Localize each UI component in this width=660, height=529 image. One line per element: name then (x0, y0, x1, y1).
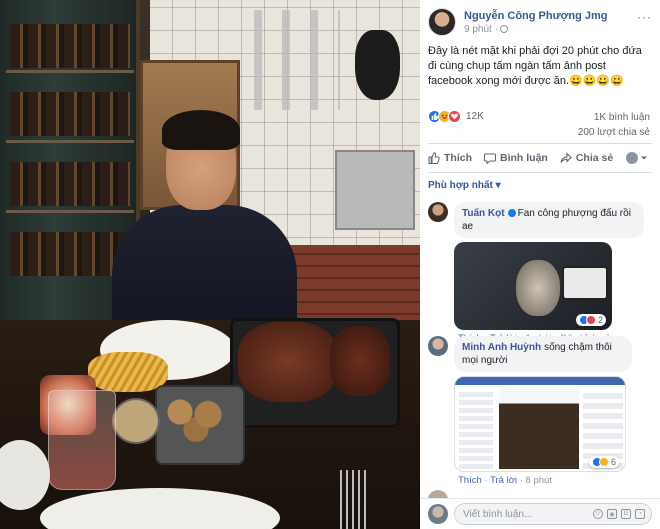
commenter-avatar[interactable] (428, 336, 448, 356)
profile-avatar (626, 152, 638, 164)
more-options-icon[interactable]: ··· (637, 10, 652, 24)
share-as-selector[interactable] (626, 152, 652, 164)
post-panel: Nguyễn Công Phượng Jmg 9 phút · ··· Đây … (420, 0, 660, 529)
image-head (516, 260, 560, 316)
person-body (112, 205, 297, 335)
author-info: Nguyễn Công Phượng Jmg 9 phút · (464, 8, 608, 36)
post-actions: Thích Bình luận Chia sẻ (428, 143, 652, 173)
comment-reaction-count: 2 (597, 315, 603, 325)
like-button[interactable]: Thích (428, 152, 472, 164)
share-icon (560, 152, 572, 163)
comment-input-placeholder: Viết bình luận... (463, 508, 533, 520)
post-stats: 1K bình luận 200 lượt chia sẻ (578, 110, 650, 140)
post-header: Nguyễn Công Phượng Jmg 9 phút · (428, 8, 608, 36)
like-label: Thích (444, 152, 472, 164)
share-label: Chia sẻ (575, 152, 614, 164)
oven (335, 150, 415, 230)
comment-image[interactable]: 6 (454, 376, 626, 472)
comments-count[interactable]: 1K bình luận (578, 110, 650, 125)
comment-reactions[interactable]: 2 (575, 314, 606, 326)
post-time[interactable]: 9 phút · (464, 24, 608, 35)
emoji-icon[interactable]: ☺ (593, 509, 603, 519)
comment-image[interactable]: 2 (454, 242, 612, 330)
commenter-name[interactable]: Tuấn Kọt (462, 208, 505, 219)
bottles (10, 162, 130, 206)
my-avatar (428, 504, 448, 524)
person-hair (162, 110, 240, 150)
post-caption: Đây là nét mặt khi phải đợi 20 phút cho … (428, 45, 642, 87)
steak (238, 322, 338, 402)
image-main (499, 389, 579, 469)
image-phone (562, 266, 608, 300)
love-reaction-icon (448, 110, 461, 123)
composer-icons: ☺ ◉ G ◔ (593, 509, 651, 519)
comment-input[interactable]: Viết bình luận... ☺ ◉ G ◔ (454, 503, 652, 525)
steak (330, 326, 390, 396)
comment-reactions[interactable]: 6 (588, 456, 619, 468)
image-topbar (455, 377, 625, 385)
fries (88, 352, 168, 392)
camera-icon[interactable]: ◉ (607, 509, 617, 519)
reaction-count: 12K (466, 111, 484, 122)
shares-count[interactable]: 200 lượt chia sẻ (578, 125, 650, 140)
comment-meta: Thích · Trả lời · 8 phút (458, 475, 552, 486)
like-icon (428, 152, 440, 164)
comment-composer: Viết bình luận... ☺ ◉ G ◔ (420, 498, 660, 529)
comment-body: Minh Anh Huỳnh sống chậm thôi mọi người 6… (454, 336, 632, 486)
sticker-icon[interactable]: ◔ (635, 509, 645, 519)
post-time-text: 9 phút · (464, 24, 498, 35)
gif-icon[interactable]: G (621, 509, 631, 519)
shelf (6, 140, 134, 143)
commenter-avatar[interactable] (428, 202, 448, 222)
comment-like-link[interactable]: Thích (458, 475, 482, 486)
share-button[interactable]: Chia sẻ (560, 152, 613, 164)
comment-filter[interactable]: Phù hợp nhất ▾ (428, 180, 501, 191)
commenter-name[interactable]: Minh Anh Huỳnh (462, 342, 541, 353)
caret-down-icon (641, 156, 647, 160)
comment-reply-link[interactable]: Trả lời (490, 475, 517, 486)
comment-bubble: Tuấn Kọt Fan công phượng đấu rồi ae (454, 202, 644, 238)
comment-item: Minh Anh Huỳnh sống chậm thôi mọi người 6… (428, 336, 632, 486)
comment-icon (484, 153, 496, 164)
haha-reaction-icon (598, 457, 609, 467)
comment-reaction-count: 6 (610, 457, 616, 467)
comment-label: Bình luận (500, 152, 548, 164)
bottles (10, 92, 130, 136)
comment-body: Tuấn KọtFan công phượng đấu rồi ae 2 Thí… (454, 202, 644, 344)
reactions-summary[interactable]: 12K (428, 110, 484, 123)
shelf (6, 70, 134, 73)
post-photo[interactable] (0, 0, 420, 529)
comment-bubble: Minh Anh Huỳnh sống chậm thôi mọi người (454, 336, 632, 372)
bottles (10, 24, 130, 68)
hanging-knives (240, 10, 340, 110)
globe-icon (499, 25, 508, 33)
brick-wall (290, 245, 420, 325)
author-name[interactable]: Nguyễn Công Phượng Jmg (464, 10, 608, 22)
comment-button[interactable]: Bình luận (484, 152, 548, 164)
forks (340, 470, 370, 529)
water-glass (48, 390, 116, 490)
sauce-cup (112, 398, 160, 444)
image-sidebar (459, 389, 493, 469)
potatoes (160, 392, 240, 442)
hanging-pan (355, 30, 400, 100)
love-reaction-icon (585, 315, 596, 325)
verified-icon (507, 209, 516, 217)
author-avatar[interactable] (428, 8, 456, 36)
comment-item: Tuấn KọtFan công phượng đấu rồi ae 2 Thí… (428, 202, 644, 344)
shelf (6, 210, 134, 213)
comment-time: · 8 phút (519, 475, 552, 486)
